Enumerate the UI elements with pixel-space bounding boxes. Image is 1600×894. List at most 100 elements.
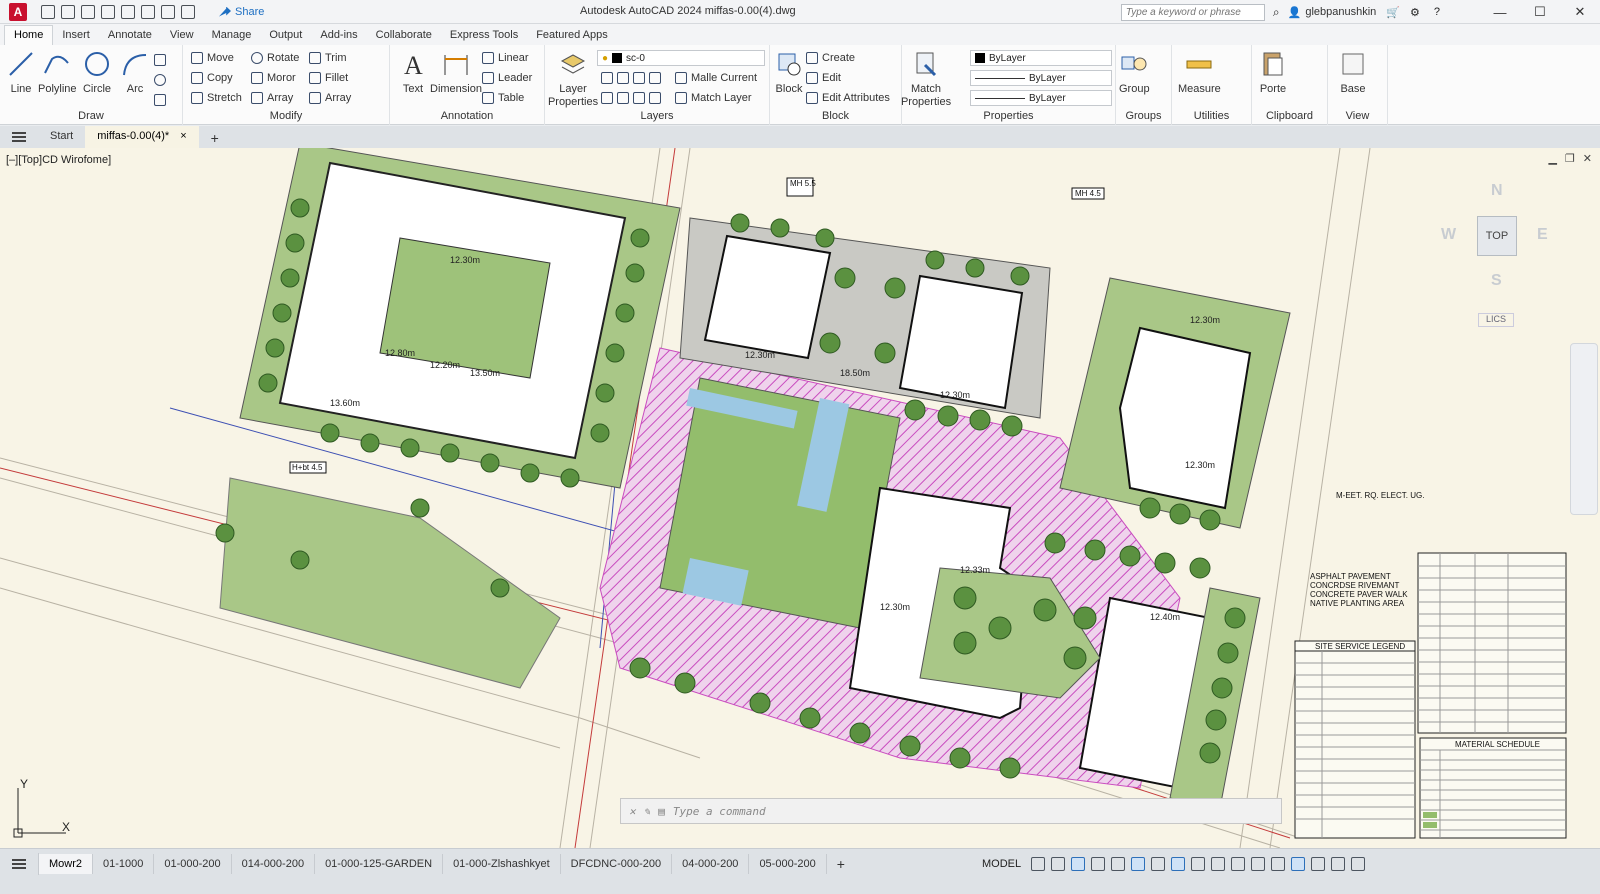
polar-icon[interactable] <box>1091 857 1106 871</box>
draw-panel-label[interactable]: Draw <box>0 110 182 122</box>
clean-screen-icon[interactable] <box>1331 857 1346 871</box>
tab-output[interactable]: Output <box>260 26 311 45</box>
maximize-button[interactable]: ☐ <box>1520 4 1560 20</box>
compass-south[interactable]: S <box>1491 272 1502 290</box>
rectangle-tool[interactable] <box>154 51 166 68</box>
tab-featured-apps[interactable]: Featured Apps <box>527 26 617 45</box>
scale-tool[interactable]: Array <box>251 89 293 106</box>
search-icon[interactable]: ⌕ <box>1273 5 1280 20</box>
group-tool[interactable]: Group <box>1119 49 1150 95</box>
layout-menu-button[interactable] <box>0 853 39 875</box>
isolate-objects-icon[interactable] <box>1311 857 1326 871</box>
layout-tab[interactable]: 01-1000 <box>93 854 155 874</box>
command-line[interactable]: ✕ ✎ ▤ Type a command <box>620 798 1282 824</box>
tab-insert[interactable]: Insert <box>53 26 99 45</box>
customization-icon[interactable] <box>1351 857 1366 871</box>
grid-icon[interactable] <box>1031 857 1046 871</box>
edit-attributes-tool[interactable]: Edit Attributes <box>806 89 890 106</box>
make-current-tool[interactable]: Malle Current <box>675 69 757 86</box>
share-button[interactable]: Share <box>219 6 264 18</box>
lineweight-icon[interactable] <box>1171 857 1186 871</box>
object-snap-tracking-icon[interactable] <box>1131 857 1146 871</box>
isodraft-icon[interactable] <box>1111 857 1126 871</box>
open-file-icon[interactable] <box>61 4 75 19</box>
viewport-restore-icon[interactable]: ❐ <box>1565 152 1575 165</box>
ortho-icon[interactable] <box>1071 857 1086 871</box>
drawing-canvas[interactable]: 12.30m 12.20m 13.50m 12.80m 13.60m 12.30… <box>0 148 1600 848</box>
tab-add-ins[interactable]: Add-ins <box>311 26 366 45</box>
layer-tools-row1[interactable] <box>601 69 661 86</box>
utilities-panel-label[interactable]: Utilities <box>1172 110 1251 122</box>
hatch-tool[interactable] <box>154 91 166 108</box>
annotation-scale-icon[interactable] <box>1191 857 1206 871</box>
fillet-tool[interactable]: Fillet <box>309 69 348 86</box>
viewport-controls-label[interactable]: [–][Top]CD Wirofome] <box>6 154 111 166</box>
close-tab-icon[interactable]: × <box>180 130 186 142</box>
viewcube-top-face[interactable]: TOP <box>1477 216 1517 256</box>
command-input[interactable]: Type a command <box>673 805 766 818</box>
color-dropdown[interactable]: ByLayer <box>970 50 1112 66</box>
mirror-tool[interactable]: Moror <box>251 69 296 86</box>
insert-block-tool[interactable]: Block <box>774 49 804 95</box>
tab-manage[interactable]: Manage <box>203 26 261 45</box>
compass-north[interactable]: N <box>1491 182 1503 200</box>
plot-icon[interactable] <box>141 4 155 19</box>
groups-panel-label[interactable]: Groups <box>1116 110 1171 122</box>
stretch-tool[interactable]: Stretch <box>191 89 242 106</box>
line-tool[interactable]: Line <box>6 49 36 95</box>
ellipse-tool[interactable] <box>154 71 166 88</box>
layer-properties-tool[interactable]: Layer Properties <box>548 49 598 109</box>
user-account-menu[interactable]: 👤 glebpanushkin <box>1288 6 1377 19</box>
trim-tool[interactable]: Trim <box>309 49 347 66</box>
start-tab[interactable]: Start <box>38 126 85 148</box>
snap-icon[interactable] <box>1051 857 1066 871</box>
compass-east[interactable]: E <box>1537 226 1548 244</box>
annotation-visibility-icon[interactable] <box>1211 857 1226 871</box>
object-snap-icon[interactable] <box>1151 857 1166 871</box>
annotation-panel-label[interactable]: Annotation <box>390 110 544 122</box>
help-search-input[interactable] <box>1120 3 1265 21</box>
measure-tool[interactable]: Measure <box>1178 49 1221 95</box>
graphics-performance-icon[interactable] <box>1291 857 1306 871</box>
undo-icon[interactable] <box>161 4 175 19</box>
array-tool[interactable]: Array <box>309 89 351 106</box>
compass-west[interactable]: W <box>1441 226 1456 244</box>
workspace-icon[interactable] <box>1231 857 1246 871</box>
save-as-icon[interactable] <box>101 4 115 19</box>
leader-tool[interactable]: Leader <box>482 69 532 86</box>
viewport-close-icon[interactable]: ✕ <box>1583 152 1592 165</box>
cart-icon[interactable]: 🛒 <box>1386 6 1400 19</box>
match-properties-tool[interactable]: Match Properties <box>901 49 951 109</box>
viewport-minimize-icon[interactable]: ▁ <box>1548 152 1556 165</box>
connect-icon[interactable]: ⚙ <box>1410 6 1420 19</box>
layout-tab[interactable]: 04-000-200 <box>672 854 750 874</box>
new-tab-button[interactable]: + <box>199 126 231 148</box>
base-view-tool[interactable]: Base <box>1338 49 1368 95</box>
navigation-bar[interactable] <box>1570 343 1598 515</box>
dimension-tool[interactable]: Dimension <box>430 49 482 95</box>
command-customize-icon[interactable]: ✎ <box>644 805 651 818</box>
circle-tool[interactable]: Circle <box>82 49 112 95</box>
view-panel-label[interactable]: View <box>1328 110 1387 122</box>
add-layout-button[interactable]: + <box>827 852 855 876</box>
help-icon[interactable]: ? <box>1434 6 1440 18</box>
create-block-tool[interactable]: Create <box>806 49 855 66</box>
wcs-menu[interactable]: LICS <box>1478 313 1514 327</box>
layout-tab[interactable]: 01-000-125-GARDEN <box>315 854 444 874</box>
layout-tab[interactable]: 05-000-200 <box>749 854 827 874</box>
layer-tools-row2[interactable] <box>601 89 661 106</box>
copy-tool[interactable]: Copy <box>191 69 233 86</box>
paste-tool[interactable]: Porte <box>1258 49 1288 95</box>
tab-view[interactable]: View <box>161 26 203 45</box>
text-tool[interactable]: A Text <box>398 49 428 95</box>
close-window-button[interactable]: ✕ <box>1560 4 1600 20</box>
new-file-icon[interactable] <box>41 4 55 19</box>
tab-annotate[interactable]: Annotate <box>99 26 161 45</box>
layout-tab[interactable]: 014-000-200 <box>232 854 316 874</box>
modify-panel-label[interactable]: Modify <box>183 110 389 122</box>
layers-panel-label[interactable]: Layers <box>545 110 769 122</box>
lineweight-dropdown[interactable]: ByLayer <box>970 90 1112 106</box>
file-menu-button[interactable] <box>0 126 38 148</box>
tab-home[interactable]: Home <box>4 25 54 45</box>
tab-express-tools[interactable]: Express Tools <box>441 26 527 45</box>
